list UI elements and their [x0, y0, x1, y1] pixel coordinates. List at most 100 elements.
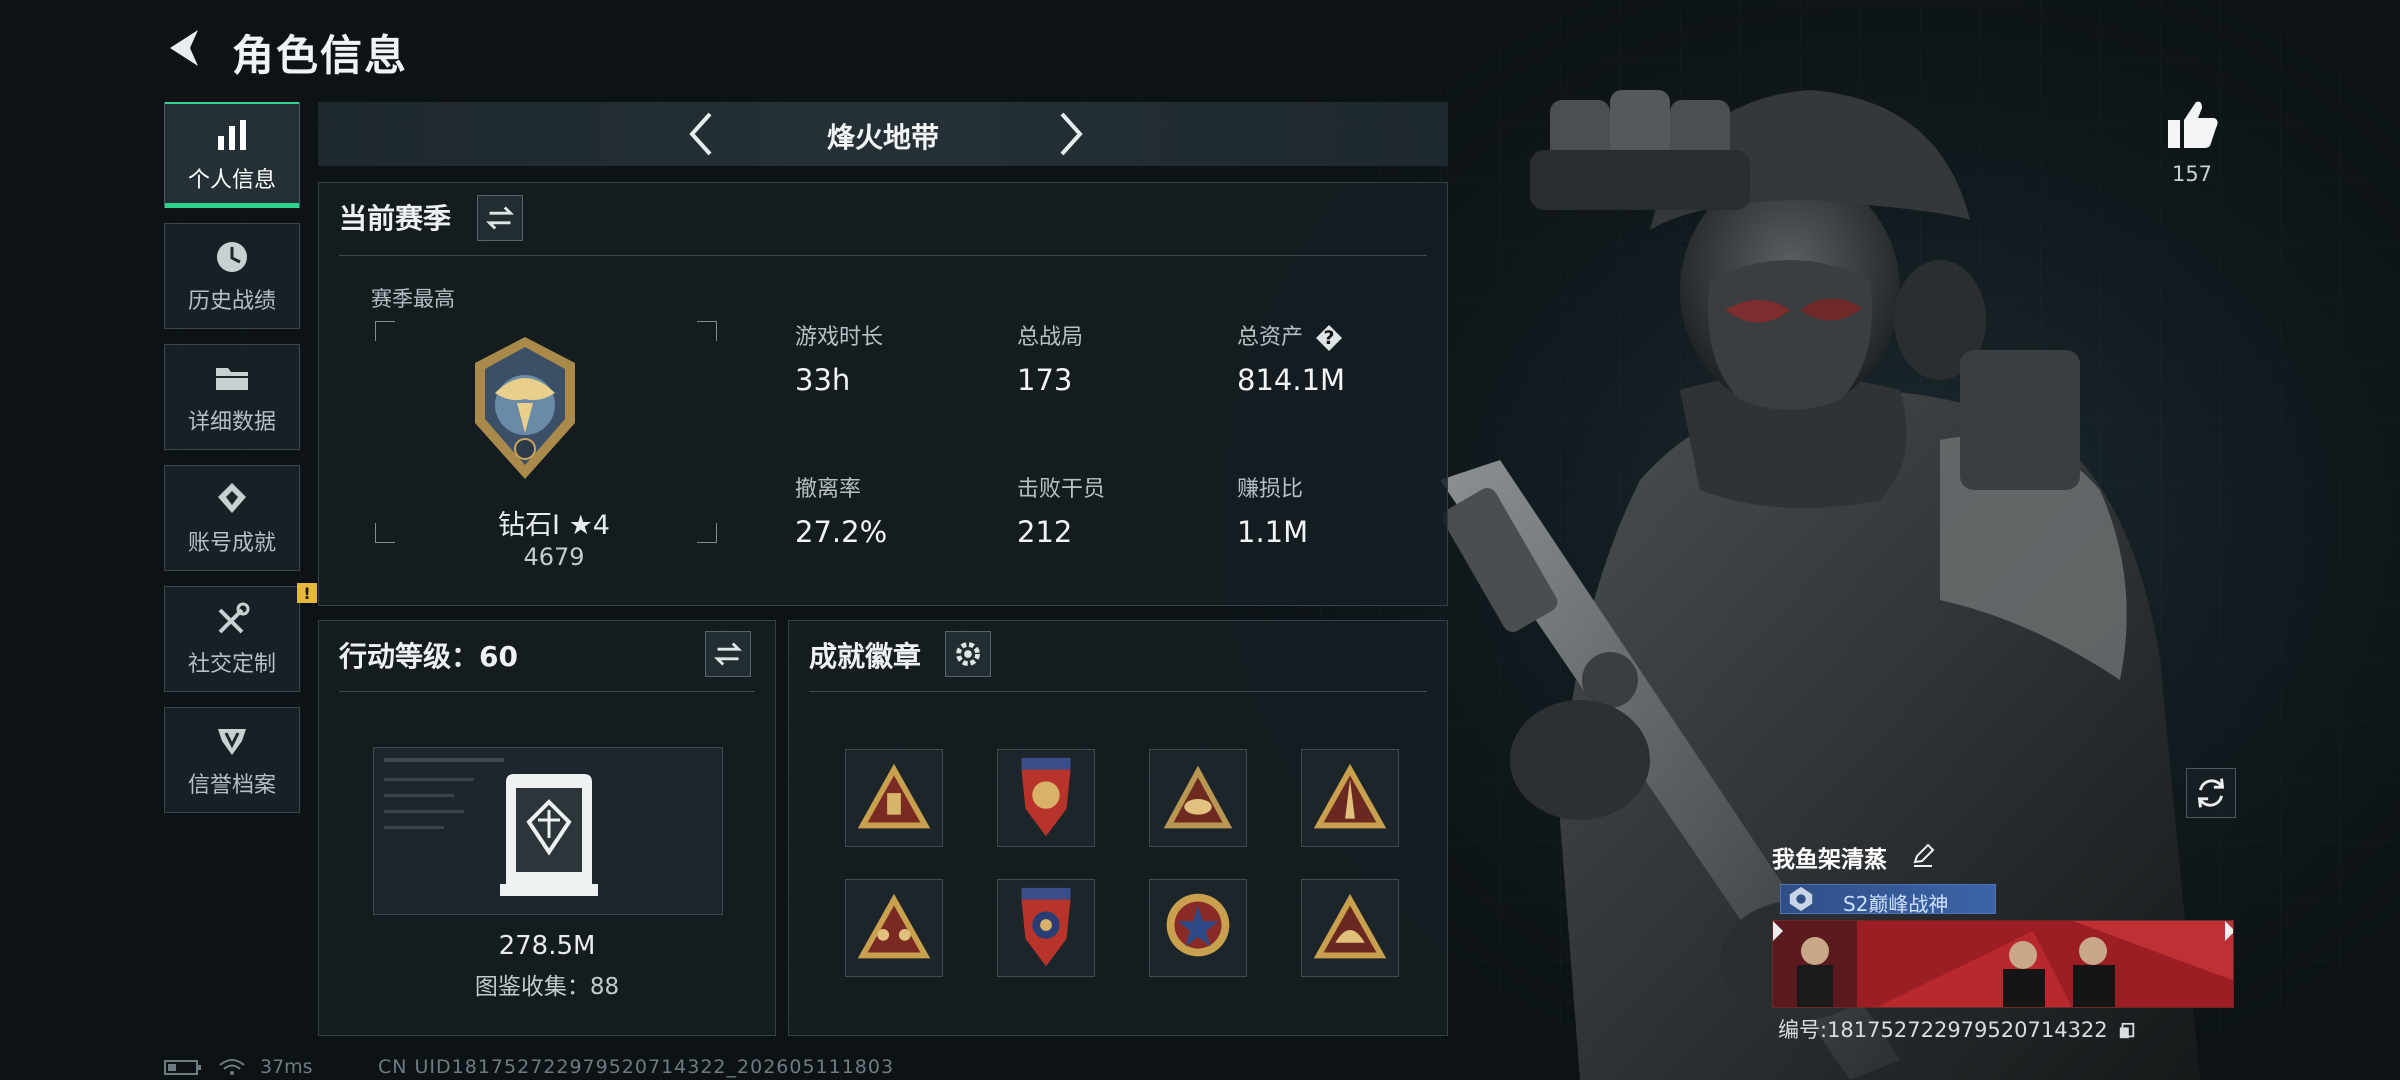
diamond-rank-emblem-icon — [475, 337, 575, 479]
achievement-badges-panel: 成就徽章 — [788, 620, 1448, 1036]
thumbs-up-icon — [2168, 101, 2218, 148]
collection-count: 图鉴收集：88 — [474, 974, 620, 1000]
refresh-icon — [2197, 778, 2225, 808]
eye-triangle-medal-icon — [1163, 765, 1233, 829]
dome-triangle-medal-icon — [1313, 893, 1387, 959]
round-star-medal-icon — [1166, 893, 1230, 957]
stat-value: 1.1M — [1237, 515, 1309, 549]
stat-label: 击败干员 — [1017, 477, 1106, 502]
badge-settings-button[interactable] — [945, 631, 991, 677]
like-count: 157 — [2171, 162, 2213, 186]
stat-label: 总战局 — [1017, 325, 1084, 350]
divider — [339, 255, 1427, 256]
stat-value: 33h — [795, 363, 851, 397]
stat-label-text: 总资产 — [1237, 325, 1304, 350]
sidebar: 个人信息 历史战绩 详细数据 账号成就 社交定制 ! 信誉档案 — [164, 102, 317, 828]
chevron-right-icon[interactable] — [1046, 110, 1094, 158]
footer-uid: CN UID18175272297952071432​2_20260511​18… — [378, 1056, 895, 1078]
rank-emblem-icon — [1789, 886, 1813, 912]
action-level-panel: 行动等级：60 278.5M 图鉴收集：88 — [318, 620, 776, 1036]
mode-selector: 烽火地带 — [318, 102, 1448, 166]
sidebar-item-achievements[interactable]: 账号成就 — [164, 465, 300, 571]
wifi-icon — [219, 1059, 245, 1075]
badge-slot[interactable] — [1301, 749, 1399, 847]
bar-chart-icon — [218, 120, 246, 150]
sidebar-item-credit-record[interactable]: 信誉档案 — [164, 707, 300, 813]
diamond-icon — [218, 483, 246, 513]
stat-value: 173 — [1017, 363, 1073, 397]
shield-icon — [218, 729, 246, 755]
ping-value: 37ms — [260, 1056, 313, 1078]
badge-slot[interactable] — [845, 749, 943, 847]
collection-cabinet-icon — [384, 758, 598, 896]
star-shield-medal-icon — [1021, 887, 1071, 967]
triangle-medal-icon — [857, 763, 931, 829]
stat-extract-rate: 撤离率 27.2% — [795, 471, 887, 549]
battery-icon — [164, 1060, 201, 1075]
folder-icon — [216, 368, 248, 390]
sidebar-item-social-custom[interactable]: 社交定制 ! — [164, 583, 317, 692]
stat-label: 撤离率 — [795, 477, 862, 502]
refresh-character-button[interactable] — [2186, 768, 2236, 818]
badge-slot[interactable] — [1301, 879, 1399, 977]
stat-profit-ratio: 赚损比 1.1M — [1237, 471, 1308, 549]
stat-kills: 击败干员 212 — [1017, 471, 1105, 549]
swap-icon — [486, 206, 514, 230]
collection-card[interactable] — [373, 747, 723, 915]
player-uid: 编号:18175272297952071432​2 — [1778, 1014, 2136, 1044]
divider — [809, 691, 1427, 692]
stat-value: 212 — [1017, 515, 1073, 549]
status-bar: 37ms — [164, 1056, 313, 1078]
sidebar-item-label: 详细数据 — [187, 410, 276, 435]
sidebar-item-label: 历史战绩 — [187, 289, 276, 314]
player-uid-text: 编号:18175272297952071432​2 — [1778, 1018, 2108, 1042]
badge-slot[interactable] — [1149, 879, 1247, 977]
sidebar-item-detail-data[interactable]: 详细数据 — [164, 344, 300, 450]
stat-play-time: 游戏时长 33h — [795, 319, 883, 397]
title-badge-text: S2巅峰战神 — [1843, 892, 1949, 916]
stat-total-assets: 总资产 ? 814.1M — [1237, 319, 1345, 397]
sidebar-item-label: 社交定制 — [187, 652, 276, 677]
rank-score: 4679 — [523, 543, 585, 571]
player-card: 我鱼架清蒸 S2巅峰战神 — [1772, 840, 2234, 1042]
sidebar-item-label: 账号成就 — [187, 531, 276, 556]
switch-level-button[interactable] — [705, 631, 751, 677]
like-button[interactable]: 157 — [2160, 96, 2224, 186]
swap-icon — [714, 642, 742, 666]
gear-icon — [956, 642, 980, 666]
action-level-title: 行动等级：60 — [339, 640, 518, 673]
stat-label: 总资产 ? — [1237, 319, 1345, 351]
help-icon[interactable]: ? — [1316, 325, 1343, 351]
stat-label: 游戏时长 — [795, 325, 884, 350]
clock-icon — [217, 242, 247, 272]
badge-slot[interactable] — [997, 879, 1095, 977]
edit-pencil-icon[interactable] — [1910, 842, 1936, 868]
notification-badge: ! — [297, 583, 317, 603]
stat-value: 27.2% — [795, 515, 888, 549]
game-screen: 角色信息 个人信息 历史战绩 详细数据 账号成就 社交定制 ! 信誉档案 烽火地… — [0, 0, 2400, 1080]
asset-value: 278.5M — [498, 931, 596, 961]
sidebar-item-history[interactable]: 历史战绩 — [164, 223, 300, 329]
divider — [339, 691, 755, 692]
badge-slot[interactable] — [845, 879, 943, 977]
spike-triangle-medal-icon — [1313, 763, 1387, 829]
season-panel: 当前赛季 赛季最高 钻石I ★4 4679 游戏时长 33h 总战局 173 总… — [318, 182, 1448, 606]
stat-label: 赚损比 — [1237, 477, 1304, 502]
shield-crest-medal-icon — [1021, 757, 1071, 837]
badge-slot[interactable] — [997, 749, 1095, 847]
badges-title: 成就徽章 — [809, 640, 922, 673]
season-title: 当前赛季 — [339, 202, 452, 235]
player-name: 我鱼架清蒸 — [1772, 847, 1887, 873]
player-banner[interactable] — [1772, 920, 2234, 1008]
mode-title: 烽火地带 — [826, 121, 939, 154]
switch-season-button[interactable] — [477, 195, 523, 241]
stat-value: 814.1M — [1237, 363, 1346, 397]
back-arrow-icon[interactable] — [160, 22, 212, 74]
badge-slot[interactable] — [1149, 749, 1247, 847]
rank-name: 钻石I ★4 — [498, 510, 610, 541]
sidebar-item-label: 信誉档案 — [187, 773, 276, 798]
stat-total-matches: 总战局 173 — [1017, 319, 1083, 397]
figures-triangle-medal-icon — [857, 893, 931, 959]
sidebar-item-personal-info[interactable]: 个人信息 — [164, 102, 300, 208]
copy-icon[interactable] — [2118, 1022, 2136, 1040]
